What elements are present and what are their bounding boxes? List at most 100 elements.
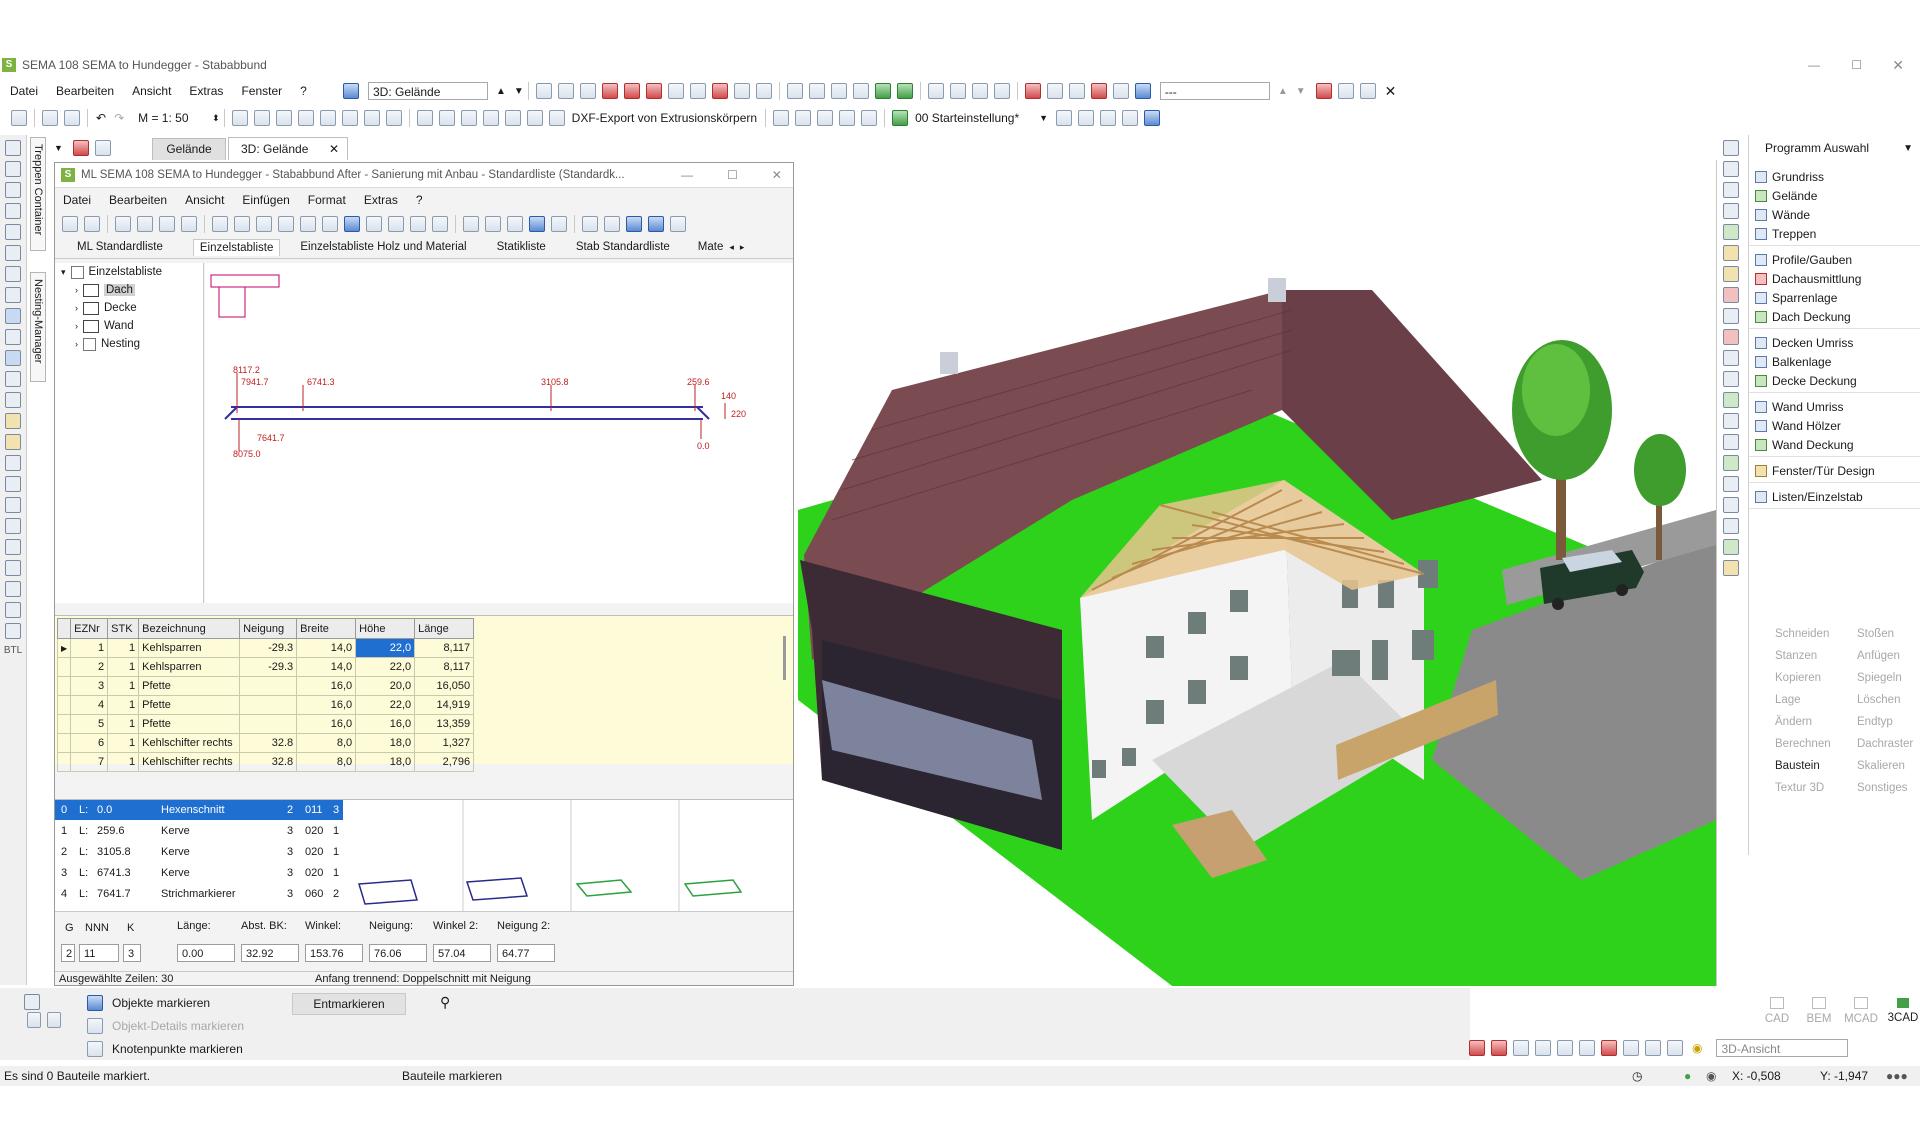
tree-expand-icon[interactable]: › xyxy=(75,321,78,331)
tab-gelaende[interactable]: Gelände xyxy=(152,138,226,160)
list-print-icon[interactable] xyxy=(463,216,479,232)
list-menu-datei[interactable]: Datei xyxy=(63,193,91,207)
program-grundriss[interactable]: Grundriss xyxy=(1749,167,1920,186)
program-listen-einzelstab[interactable]: Listen/Einzelstab xyxy=(1749,487,1920,506)
list-window-minimize-icon[interactable]: — xyxy=(681,168,693,182)
param-field-g[interactable]: 2 xyxy=(61,944,75,962)
setting-1-icon[interactable] xyxy=(1056,110,1072,126)
col-laenge[interactable]: Länge xyxy=(414,618,475,639)
view-ctrl-5-icon[interactable] xyxy=(1557,1040,1573,1056)
undo-icon[interactable]: ↶ xyxy=(96,111,106,125)
mark-nodes-row[interactable]: Knotenpunkte markieren xyxy=(84,1038,243,1060)
list-edit-icon[interactable] xyxy=(234,216,250,232)
grid-icon[interactable] xyxy=(839,110,856,126)
view-ctrl-7-icon[interactable] xyxy=(1601,1040,1617,1056)
tool-lage[interactable]: Lage xyxy=(1757,694,1841,706)
list-window[interactable]: S ML SEMA 108 SEMA to Hundegger - Stabab… xyxy=(54,162,794,986)
block-red-icon[interactable] xyxy=(711,83,728,99)
table-row[interactable]: 5 1 Pfette 16,0 16,0 13,359 xyxy=(56,714,475,734)
menu-datei[interactable]: Datei xyxy=(10,84,38,98)
marker-a-icon[interactable] xyxy=(27,1012,41,1028)
program-panel-header[interactable]: Programm Auswahl ▼ xyxy=(1749,135,1920,161)
tool-aendern[interactable]: Ändern xyxy=(1757,716,1841,728)
program-wand-hoelzer[interactable]: Wand Hölzer xyxy=(1749,416,1920,435)
eye-icon[interactable]: ◉ xyxy=(1692,1041,1702,1055)
cell[interactable]: 1 xyxy=(107,752,140,772)
list-chart-icon[interactable] xyxy=(300,216,316,232)
table-row[interactable]: 2 1 Kehlsparren -29.3 14,0 22,0 8,117 xyxy=(56,657,475,677)
cube-3-icon[interactable] xyxy=(830,83,847,99)
printer-icon[interactable] xyxy=(231,110,248,126)
strip-list-icon[interactable] xyxy=(1723,497,1739,513)
list-link-icon[interactable] xyxy=(366,216,382,232)
cell[interactable]: 16,050 xyxy=(414,676,475,696)
strip-ridge-icon[interactable] xyxy=(1723,308,1739,324)
view-ctrl-1-icon[interactable] xyxy=(1469,1040,1485,1056)
cell[interactable]: 18,0 xyxy=(355,733,416,753)
angle-icon[interactable] xyxy=(460,110,477,126)
tool-wall-icon[interactable] xyxy=(5,161,21,177)
maximize-icon[interactable]: ☐ xyxy=(1851,58,1862,72)
list-binoculars-icon[interactable] xyxy=(551,216,567,232)
cell[interactable] xyxy=(239,676,298,696)
process-row[interactable]: 2 L: 3105.8 Kerve 3 020 1 xyxy=(55,841,343,862)
dimension-icon[interactable] xyxy=(795,110,812,126)
cell[interactable]: 1 xyxy=(107,714,140,734)
list-copy-icon[interactable] xyxy=(159,216,175,232)
cell[interactable]: 14,0 xyxy=(296,638,357,658)
strip-stair-icon[interactable] xyxy=(1723,203,1739,219)
marker-stack-icon[interactable] xyxy=(24,994,40,1010)
search-person-icon[interactable]: ⚲ xyxy=(440,994,450,1011)
tool-stossen[interactable]: Stoßen xyxy=(1841,628,1894,640)
strip-terrain-icon[interactable] xyxy=(1723,161,1739,177)
tool-settings-icon[interactable] xyxy=(5,623,21,639)
window-icon[interactable] xyxy=(1337,83,1354,99)
cell[interactable]: 4 xyxy=(70,695,109,715)
cell[interactable]: 22,0 xyxy=(355,695,416,715)
tool-mirror-icon[interactable] xyxy=(5,371,21,387)
tab-pin-icon[interactable] xyxy=(72,140,89,156)
cell-selected[interactable]: 22,0 xyxy=(355,638,416,658)
list-menu-bearbeiten[interactable]: Bearbeiten xyxy=(109,193,167,207)
menu-bearbeiten[interactable]: Bearbeiten xyxy=(56,84,114,98)
start-setting-combo[interactable]: 00 Starteinstellung* xyxy=(911,109,1039,127)
col-hoehe[interactable]: Höhe xyxy=(355,618,416,639)
list-active-icon[interactable] xyxy=(529,216,545,232)
scale-field[interactable]: M = 1: 50 xyxy=(134,109,212,127)
col-eznr[interactable]: EZNr xyxy=(70,618,109,639)
tree-collapse-icon[interactable]: ▾ xyxy=(61,267,66,278)
strip-roof-icon[interactable] xyxy=(1723,287,1739,303)
close-icon[interactable]: ✕ xyxy=(1892,57,1904,74)
tool-beam-icon[interactable] xyxy=(5,224,21,240)
tab-scroll-left-icon[interactable]: ◂ xyxy=(729,242,734,253)
program-balkenlage[interactable]: Balkenlage xyxy=(1749,352,1920,371)
tool-group-icon[interactable] xyxy=(5,518,21,534)
redo-icon[interactable]: ↷ xyxy=(114,111,124,125)
param-field-abst-bk[interactable]: 32.92 xyxy=(241,944,299,962)
cell[interactable]: 16,0 xyxy=(296,714,357,734)
side-tab-treppen-container[interactable]: Treppen Container xyxy=(30,137,46,251)
tree-item-dach[interactable]: › Dach xyxy=(55,281,203,299)
cell[interactable]: -29.3 xyxy=(239,638,298,658)
table-row[interactable]: 6 1 Kehlschifter rechts 32.8 8,0 18,0 1,… xyxy=(56,733,475,753)
setting-4-icon[interactable] xyxy=(1122,110,1138,126)
move-icon[interactable] xyxy=(363,110,380,126)
program-decken-umriss[interactable]: Decken Umriss xyxy=(1749,333,1920,352)
cell[interactable]: 8,0 xyxy=(296,733,357,753)
strip-pencil-icon[interactable] xyxy=(1723,245,1739,261)
program-fenster-tuer[interactable]: Fenster/Tür Design xyxy=(1749,461,1920,480)
cell[interactable]: Kehlsparren xyxy=(138,638,241,658)
list-window-close-icon[interactable]: ✕ xyxy=(772,168,782,182)
program-dach-deckung[interactable]: Dach Deckung xyxy=(1749,307,1920,326)
cell[interactable]: -29.3 xyxy=(239,657,298,677)
search-icon[interactable] xyxy=(341,110,358,126)
list-cut-icon[interactable] xyxy=(137,216,153,232)
menu-ansicht[interactable]: Ansicht xyxy=(132,84,171,98)
program-decke-deckung[interactable]: Decke Deckung xyxy=(1749,371,1920,390)
cell[interactable]: 2,796 xyxy=(414,752,475,772)
strip-beam-icon[interactable] xyxy=(1723,371,1739,387)
cell[interactable]: 16,0 xyxy=(355,714,416,734)
cell[interactable]: 14,919 xyxy=(414,695,475,715)
strip-folder-icon[interactable] xyxy=(1723,560,1739,576)
strip-green-icon[interactable] xyxy=(1723,539,1739,555)
